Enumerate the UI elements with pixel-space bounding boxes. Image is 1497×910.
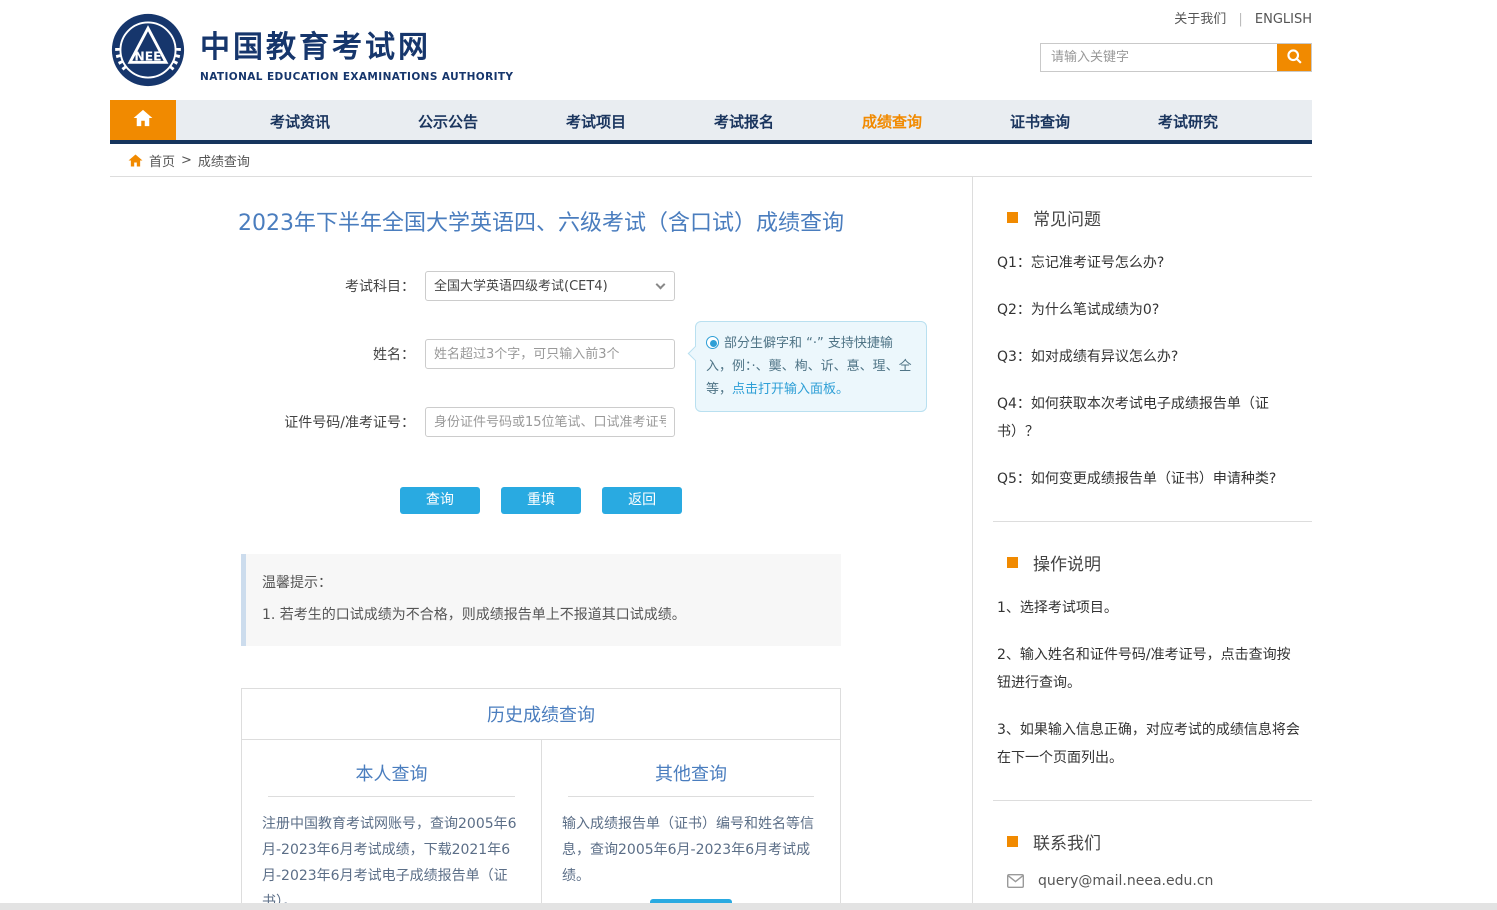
faq-section-title: 常见问题 [1033, 205, 1101, 230]
search-icon [1286, 48, 1303, 68]
breadcrumb-separator: > [181, 153, 192, 168]
breadcrumb-home[interactable]: 首页 [149, 151, 175, 170]
contact-email[interactable]: query@mail.neea.edu.cn [1038, 873, 1213, 889]
reset-button[interactable]: 重填 [501, 487, 581, 514]
instructions-section: 操作说明 1、选择考试项目。 2、输入姓名和证件号码/准考证号，点击查询按钮进行… [993, 522, 1312, 801]
open-input-panel-link[interactable]: 点击打开输入面板。 [732, 382, 849, 397]
search-input[interactable] [1041, 44, 1277, 71]
site-subtitle: NATIONAL EDUCATION EXAMINATIONS AUTHORIT… [200, 71, 513, 83]
faq-item-q3[interactable]: Q3：如对成绩有异议怎么办? [997, 343, 1302, 371]
email-icon [1007, 874, 1024, 888]
notice-title: 温馨提示： [262, 572, 825, 592]
nav-home-button[interactable] [110, 100, 176, 140]
contact-section: 联系我们 query@mail.neea.edu.cn [993, 801, 1312, 910]
footer-strip [0, 903, 1497, 910]
self-query-description: 注册中国教育考试网账号，查询2005年6月-2023年6月考试成绩，下载2021… [262, 811, 521, 910]
name-field[interactable] [425, 339, 675, 369]
site-title: 中国教育考试网 [200, 22, 513, 66]
nav-item-exam-research[interactable]: 考试研究 [1114, 100, 1262, 140]
nav-item-certificate-query[interactable]: 证书查询 [966, 100, 1114, 140]
about-us-link[interactable]: 关于我们 [1174, 12, 1226, 27]
page-title: 2023年下半年全国大学英语四、六级考试（含口试）成绩查询 [110, 205, 972, 237]
breadcrumb-home-icon [128, 154, 143, 167]
main-panel: 2023年下半年全国大学英语四、六级考试（含口试）成绩查询 考试科目： 全国大学… [110, 177, 972, 910]
notice-box: 温馨提示： 1. 若考生的口试成绩为不合格，则成绩报告单上不报道其口试成绩。 [241, 554, 841, 646]
faq-item-q2[interactable]: Q2：为什么笔试成绩为0? [997, 296, 1302, 324]
nav-item-score-query[interactable]: 成绩查询 [818, 100, 966, 140]
link-divider: | [1238, 12, 1242, 27]
main-nav: 考试资讯 公示公告 考试项目 考试报名 成绩查询 证书查询 考试研究 [110, 100, 1312, 144]
breadcrumb-current: 成绩查询 [198, 151, 250, 170]
nav-item-exam-programs[interactable]: 考试项目 [522, 100, 670, 140]
instruction-step-2: 2、输入姓名和证件号码/准考证号，点击查询按钮进行查询。 [997, 641, 1302, 697]
faq-item-q1[interactable]: Q1：忘记准考证号怎么办? [997, 249, 1302, 277]
radio-dot-icon [706, 336, 719, 349]
site-search [1040, 43, 1312, 72]
home-icon [133, 109, 153, 131]
other-query-title: 其他查询 [568, 760, 814, 797]
svg-text:NEE: NEE [134, 49, 161, 63]
name-label: 姓名： [110, 344, 425, 364]
history-query-panel: 历史成绩查询 本人查询 注册中国教育考试网账号，查询2005年6月-2023年6… [241, 688, 841, 910]
other-query-description: 输入成绩报告单（证书）编号和姓名等信息，查询2005年6月-2023年6月考试成… [562, 811, 820, 889]
history-panel-title: 历史成绩查询 [242, 689, 840, 740]
english-link[interactable]: ENGLISH [1255, 12, 1312, 27]
notice-item: 1. 若考生的口试成绩为不合格，则成绩报告单上不报道其口试成绩。 [262, 604, 825, 624]
section-bullet-icon [1007, 212, 1018, 223]
search-button[interactable] [1277, 44, 1311, 71]
instruction-step-1: 1、选择考试项目。 [997, 594, 1302, 622]
section-bullet-icon [1007, 557, 1018, 568]
exam-subject-select[interactable]: 全国大学英语四级考试(CET4) [425, 271, 675, 301]
faq-item-q4[interactable]: Q4：如何获取本次考试电子成绩报告单（证书）？ [997, 390, 1302, 446]
section-bullet-icon [1007, 836, 1018, 847]
other-query-column: 其他查询 输入成绩报告单（证书）编号和姓名等信息，查询2005年6月-2023年… [541, 740, 840, 910]
rare-character-tooltip: 部分生僻字和 “·” 支持快捷输入，例：·、龑、栒、䜣、惪、瑆、仝等，点击打开输… [695, 321, 927, 412]
faq-item-q5[interactable]: Q5：如何变更成绩报告单（证书）申请种类? [997, 465, 1302, 493]
faq-section: 常见问题 Q1：忘记准考证号怎么办? Q2：为什么笔试成绩为0? Q3：如对成绩… [993, 177, 1312, 522]
contact-section-title: 联系我们 [1033, 829, 1101, 854]
nav-item-exam-registration[interactable]: 考试报名 [670, 100, 818, 140]
site-logo[interactable]: NEE 中国教育考试网 NATIONAL EDUCATION EXAMINATI… [110, 0, 513, 100]
exam-subject-label: 考试科目： [110, 276, 425, 296]
sidebar: 常见问题 Q1：忘记准考证号怎么办? Q2：为什么笔试成绩为0? Q3：如对成绩… [972, 177, 1312, 910]
query-button[interactable]: 查询 [400, 487, 480, 514]
instruction-step-3: 3、如果输入信息正确，对应考试的成绩信息将会在下一个页面列出。 [997, 716, 1302, 772]
nav-item-announcements[interactable]: 公示公告 [374, 100, 522, 140]
self-query-title: 本人查询 [268, 760, 515, 797]
nav-item-exam-news[interactable]: 考试资讯 [226, 100, 374, 140]
id-number-field[interactable] [425, 407, 675, 437]
id-number-label: 证件号码/准考证号： [110, 412, 425, 432]
page-header: NEE 中国教育考试网 NATIONAL EDUCATION EXAMINATI… [110, 0, 1312, 100]
breadcrumb: 首页 > 成绩查询 [110, 144, 1312, 177]
neea-emblem-icon: NEE [110, 12, 186, 92]
self-query-column: 本人查询 注册中国教育考试网账号，查询2005年6月-2023年6月考试成绩，下… [242, 740, 541, 910]
instructions-section-title: 操作说明 [1033, 550, 1101, 575]
back-button[interactable]: 返回 [602, 487, 682, 514]
